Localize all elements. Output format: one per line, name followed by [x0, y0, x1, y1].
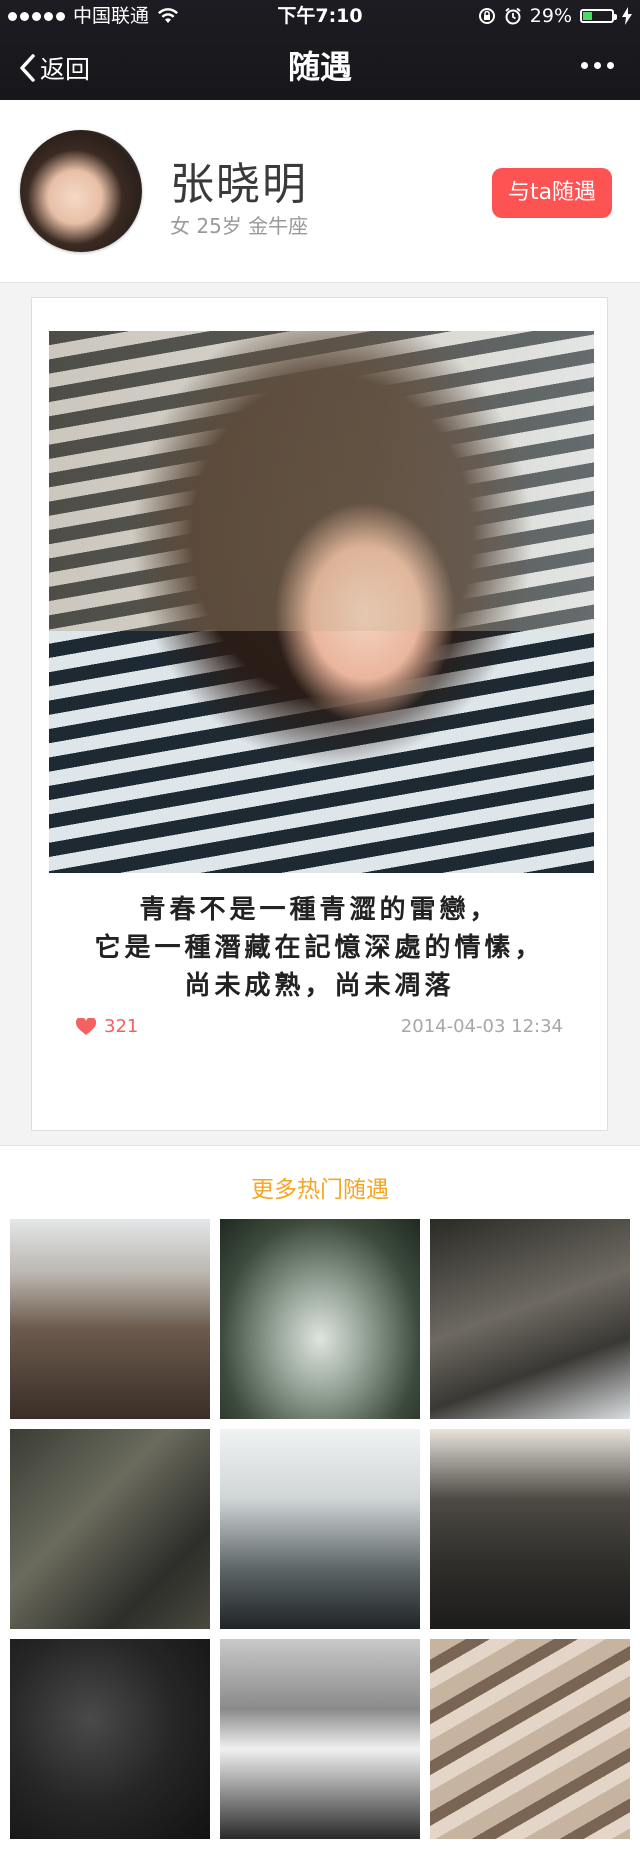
user-name: 张晓明 [170, 159, 308, 210]
rotation-lock-icon [478, 8, 495, 24]
battery-percent: 29% [529, 5, 572, 27]
page-title: 随遇 [287, 48, 352, 86]
top-bar: 中国联通 下午7:10 29% 返回 随遇 [0, 0, 640, 100]
quote-line: 青春不是一種青澀的雷戀， [139, 895, 500, 925]
quote-line: 尚未成熟，尚未凋落 [184, 971, 455, 1001]
status-bar: 中国联通 下午7:10 29% [0, 0, 640, 32]
post-photo[interactable] [49, 331, 594, 873]
alarm-icon [505, 7, 521, 25]
more-options-button[interactable] [581, 62, 614, 69]
more-dot-icon [581, 62, 588, 69]
like-button[interactable]: 321 [76, 1016, 138, 1037]
grid-photo-mountain[interactable] [10, 1219, 210, 1419]
avatar[interactable] [20, 130, 142, 252]
like-count: 321 [104, 1016, 139, 1037]
more-dot-icon [594, 62, 601, 69]
charging-icon [622, 7, 632, 25]
post-card: 青春不是一種青澀的雷戀， 它是一種潛藏在記憶深處的情愫， 尚未成熟，尚未凋落 3… [31, 297, 608, 1131]
nav-bar: 返回 随遇 [0, 32, 640, 100]
post-quote: 青春不是一種青澀的雷戀， 它是一種潛藏在記憶深處的情愫， 尚未成熟，尚未凋落 [32, 891, 607, 1005]
more-hot-section: 更多热门随遇 [0, 1145, 640, 1849]
grid-photo-seastack[interactable] [430, 1429, 630, 1629]
grid-photo-waves[interactable] [220, 1429, 420, 1629]
profile-header: 张晓明 女 25岁 金牛座 与ta随遇 [0, 100, 640, 283]
user-meta: 女 25岁 金牛座 [170, 214, 309, 238]
grid-photo-blackrock[interactable] [10, 1639, 210, 1839]
photo-background [49, 331, 594, 631]
quote-line: 它是一種潛藏在記憶深處的情愫， [94, 933, 545, 963]
section-title: 更多热门随遇 [251, 1177, 389, 1203]
heart-icon [76, 1017, 96, 1036]
grid-photo-layered[interactable] [430, 1639, 630, 1839]
status-right: 29% [478, 0, 632, 32]
more-dot-icon [607, 62, 614, 69]
grid-photo-clouds[interactable] [220, 1639, 420, 1839]
grid-photo-rock[interactable] [10, 1429, 210, 1629]
meet-button[interactable]: 与ta随遇 [492, 168, 612, 218]
battery-icon [580, 9, 617, 23]
grid-photo-trees[interactable] [220, 1219, 420, 1419]
post-date: 2014-04-03 12:34 [400, 1016, 563, 1037]
grid-photo-coast[interactable] [430, 1219, 630, 1419]
